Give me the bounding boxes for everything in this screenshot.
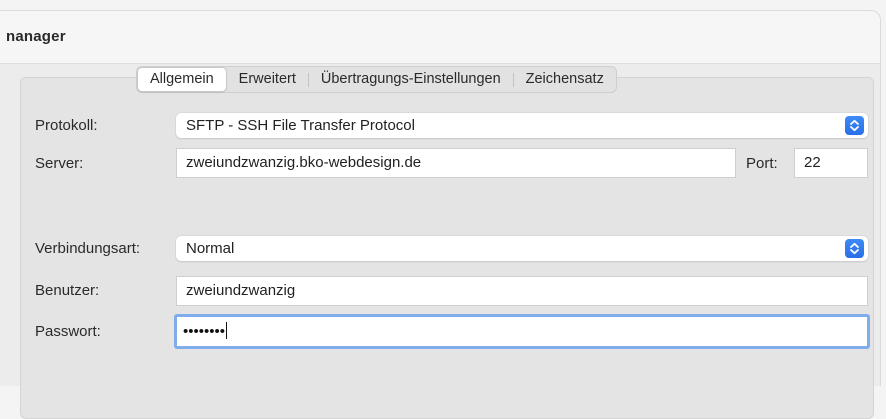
password-masked-value: •••••••• — [183, 323, 226, 340]
text-caret — [226, 322, 228, 339]
protocol-select[interactable]: SFTP - SSH File Transfer Protocol — [176, 113, 868, 138]
server-label: Server: — [35, 155, 84, 172]
chevron-up-down-icon — [845, 239, 864, 258]
connection-type-select-value: Normal — [186, 240, 235, 257]
protocol-label: Protokoll: — [35, 117, 98, 134]
protocol-select-value: SFTP - SSH File Transfer Protocol — [186, 117, 415, 134]
tab-zeichensatz[interactable]: Zeichensatz — [514, 67, 616, 92]
tab-uebertragungs-einstellungen[interactable]: Übertragungs-Einstellungen — [309, 67, 513, 92]
tab-allgemein[interactable]: Allgemein — [137, 67, 227, 92]
tab-bar: Allgemein Erweitert Übertragungs-Einstel… — [136, 66, 617, 93]
port-input[interactable]: 22 — [794, 148, 868, 178]
connection-type-label: Verbindungsart: — [35, 240, 141, 257]
password-input[interactable]: •••••••• — [174, 314, 870, 349]
server-input[interactable]: zweiundzwanzig.bko-webdesign.de — [176, 148, 736, 178]
tab-erweitert[interactable]: Erweitert — [227, 67, 308, 92]
connection-type-select[interactable]: Normal — [176, 236, 868, 261]
site-manager-window: nanager Allgemein Erweitert Übertragungs… — [0, 10, 881, 419]
chevron-up-down-icon — [845, 116, 864, 135]
title-bar: nanager — [0, 11, 880, 64]
user-input[interactable]: zweiundzwanzig — [176, 276, 868, 306]
user-label: Benutzer: — [35, 282, 100, 299]
port-label: Port: — [746, 155, 778, 172]
window-title: nanager — [6, 28, 66, 45]
password-label: Passwort: — [35, 323, 101, 340]
